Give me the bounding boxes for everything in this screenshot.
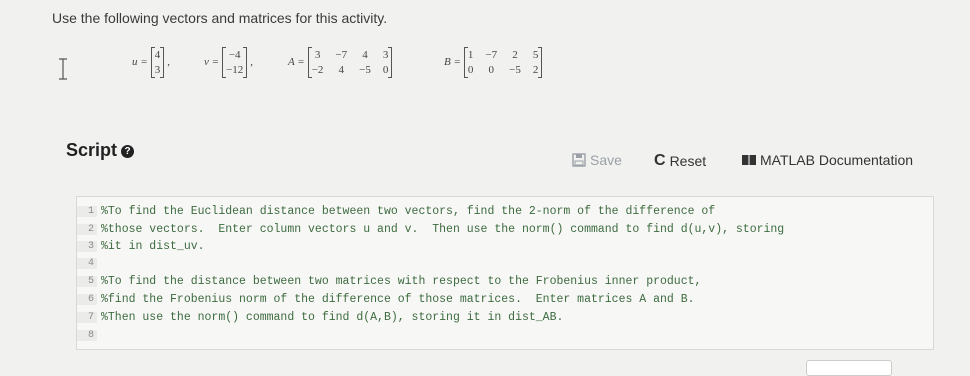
code-line[interactable]: 7 %Then use the norm() command to find d… bbox=[77, 309, 563, 325]
vector-u: u = 4 3 , bbox=[132, 46, 170, 78]
text-cursor-icon bbox=[59, 58, 67, 80]
line-number: 2 bbox=[77, 223, 97, 235]
matrix-cell: 2 bbox=[512, 48, 518, 61]
reset-button[interactable]: C Reset bbox=[654, 152, 706, 170]
matrix-cell: 2 bbox=[532, 63, 539, 76]
run-button[interactable] bbox=[806, 360, 892, 376]
matrix-b: B = 1 −7 2 5 0 0 −5 2 bbox=[444, 38, 543, 86]
reset-icon: C bbox=[654, 152, 666, 169]
matrix-cell: 1 bbox=[467, 48, 474, 61]
vector-v-values: −4 −12 bbox=[222, 46, 248, 78]
matrix-cell: −7 bbox=[485, 48, 498, 61]
matrix-cell: −7 bbox=[335, 48, 348, 61]
save-button[interactable]: Save bbox=[572, 152, 622, 168]
code-line[interactable]: 6 %find the Frobenius norm of the differ… bbox=[77, 291, 695, 307]
book-icon bbox=[742, 155, 756, 165]
line-number: 6 bbox=[77, 293, 97, 305]
matrix-cell: 4 bbox=[362, 48, 368, 61]
matrix-cell: 4 bbox=[154, 48, 161, 61]
line-number: 4 bbox=[77, 257, 97, 269]
instruction-text: Use the following vectors and matrices f… bbox=[52, 10, 388, 26]
code-editor[interactable]: 1 %To find the Euclidean distance betwee… bbox=[76, 196, 934, 350]
code-line[interactable]: 5 %To find the distance between two matr… bbox=[77, 273, 701, 289]
line-number: 3 bbox=[77, 240, 97, 252]
matrix-cell: 3 bbox=[382, 48, 389, 61]
vector-v-label: v = bbox=[204, 56, 220, 68]
matrix-cell: −5 bbox=[359, 63, 371, 76]
matrix-cell: 3 bbox=[154, 63, 161, 76]
matrix-cell: 0 bbox=[488, 63, 495, 76]
matrix-b-label: B = bbox=[444, 56, 461, 68]
code-text[interactable]: %Then use the norm() command to find d(A… bbox=[97, 311, 563, 324]
help-icon[interactable]: ? bbox=[121, 145, 135, 158]
matrix-b-values: 1 −7 2 5 0 0 −5 2 bbox=[463, 46, 543, 78]
vector-u-label: u = bbox=[132, 56, 148, 68]
script-title: Script bbox=[66, 140, 118, 160]
matrix-a-values: 3 −7 4 3 −2 4 −5 0 bbox=[307, 46, 393, 78]
matrix-cell: −4 bbox=[228, 48, 241, 61]
matrix-cell: 4 bbox=[338, 63, 345, 76]
code-text[interactable]: %those vectors. Enter column vectors u a… bbox=[97, 223, 784, 236]
matrix-cell: −5 bbox=[509, 63, 521, 76]
line-number: 5 bbox=[77, 275, 97, 287]
code-line[interactable]: 4 bbox=[77, 255, 101, 271]
code-text[interactable]: %To find the distance between two matric… bbox=[97, 275, 701, 288]
reset-label: Reset bbox=[669, 153, 707, 169]
matrix-cell: 3 bbox=[314, 48, 321, 61]
code-line[interactable]: 8 bbox=[77, 327, 101, 343]
matrix-a: A = 3 −7 4 3 −2 4 −5 0 bbox=[288, 38, 393, 86]
matrix-cell: 0 bbox=[467, 63, 474, 76]
vector-v: v = −4 −12 , bbox=[204, 46, 254, 78]
matrix-cell: 5 bbox=[532, 48, 539, 61]
save-icon bbox=[572, 153, 586, 167]
code-text[interactable]: %To find the Euclidean distance between … bbox=[97, 205, 715, 218]
matlab-documentation-link[interactable]: MATLAB Documentation bbox=[742, 152, 913, 168]
matrix-cell: 0 bbox=[382, 63, 389, 76]
line-number: 8 bbox=[77, 329, 97, 341]
code-text[interactable]: %it in dist_uv. bbox=[97, 240, 205, 253]
code-line[interactable]: 3 %it in dist_uv. bbox=[77, 238, 205, 254]
code-line[interactable]: 1 %To find the Euclidean distance betwee… bbox=[77, 203, 715, 219]
line-number: 1 bbox=[77, 205, 97, 217]
vector-u-values: 4 3 bbox=[150, 46, 165, 78]
matrix-a-label: A = bbox=[288, 56, 305, 68]
code-line[interactable]: 2 %those vectors. Enter column vectors u… bbox=[77, 221, 784, 237]
doc-label: MATLAB Documentation bbox=[760, 152, 914, 168]
script-heading: Script? bbox=[66, 140, 135, 161]
save-label: Save bbox=[590, 152, 622, 168]
code-text[interactable]: %find the Frobenius norm of the differen… bbox=[97, 293, 695, 306]
line-number: 7 bbox=[77, 311, 97, 323]
matrix-cell: −2 bbox=[311, 63, 324, 76]
matrix-cell: −12 bbox=[226, 63, 244, 76]
